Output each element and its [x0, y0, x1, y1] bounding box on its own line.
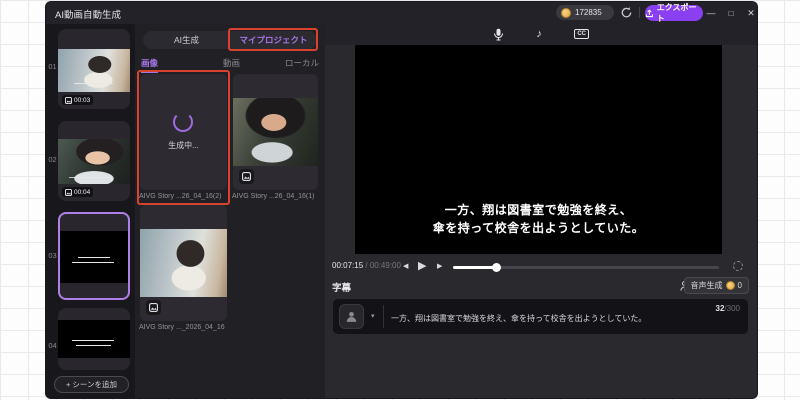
video-subtitle-line1: 一方、翔は図書室で勉強を終え、 — [444, 203, 633, 217]
playback-controls: 00:07:15 / 00:49:00 ◀ ▶ ▶ — [325, 254, 757, 276]
chevron-down-icon[interactable]: ▾ — [371, 312, 375, 320]
scene-number: 03 — [48, 251, 57, 260]
voice-generate-button[interactable]: 音声生成 0 — [683, 277, 749, 294]
maximize-button[interactable]: □ — [723, 5, 739, 21]
library-card-image-1[interactable] — [233, 74, 318, 190]
next-frame-button[interactable]: ▶ — [437, 262, 442, 270]
library-card-label: AIVG Story ..._2026_04_16 — [139, 324, 225, 331]
annotation-highlight-card — [137, 70, 230, 205]
library-card-image-2[interactable] — [140, 205, 227, 321]
video-preview[interactable]: 一方、翔は図書室で勉強を終え、 傘を持って校舎を出ようとしていた。 — [355, 45, 722, 254]
speaker-avatar[interactable] — [339, 304, 364, 329]
scene-number: 02 — [48, 155, 57, 164]
scene-thumbnail — [58, 320, 130, 358]
person-icon — [346, 311, 357, 322]
minimize-button[interactable]: — — [703, 5, 719, 21]
coin-icon — [725, 281, 735, 290]
scene-card-04[interactable] — [58, 308, 130, 370]
tab-ai-generate[interactable]: AI生成 — [143, 31, 230, 49]
close-button[interactable]: ✕ — [743, 5, 757, 21]
scene-card-02[interactable]: 00:04 — [58, 121, 130, 201]
export-icon — [645, 8, 653, 17]
microphone-icon[interactable] — [493, 28, 504, 41]
coin-icon — [561, 7, 571, 18]
music-icon[interactable]: ♪ — [536, 27, 542, 41]
scene-sidebar: 01 00:03 02 00:04 03 04 + シーンを追加 — [46, 24, 135, 398]
previous-frame-button[interactable]: ◀ — [403, 262, 408, 270]
progress-fill — [453, 266, 496, 269]
caption-text[interactable]: 一方、翔は図書室で勉強を終え、傘を持って校舎を出ようとしていた。 — [391, 313, 646, 324]
card-thumbnail — [233, 98, 318, 166]
player-panel: ♪ CC 一方、翔は図書室で勉強を終え、 傘を持って校舎を出ようとしていた。 0… — [325, 24, 757, 398]
library-subtabs: 画像 動画 ローカル — [135, 57, 325, 73]
captions-icon[interactable]: CC — [574, 29, 589, 39]
export-button[interactable]: エクスポート — [645, 3, 703, 23]
export-label: エクスポート — [656, 3, 697, 23]
library-panel: AI生成 マイプロジェクト 画像 動画 ローカル 生成中... AIVG Sto… — [135, 24, 325, 398]
scene-card-01[interactable]: 00:03 — [58, 29, 130, 109]
image-type-badge — [239, 169, 254, 184]
char-counter: 32/300 — [715, 304, 740, 313]
play-button[interactable]: ▶ — [418, 259, 426, 272]
subtab-local[interactable]: ローカル — [285, 57, 319, 69]
scene-thumbnail — [58, 139, 130, 184]
app-window: AI動画自動生成 172835 エクスポート — □ ✕ 01 00:03 02… — [46, 2, 757, 398]
scene-thumbnail — [58, 49, 130, 92]
scene-number: 01 — [48, 62, 57, 71]
titlebar-divider — [639, 7, 640, 18]
subtab-video[interactable]: 動画 — [223, 57, 240, 69]
image-icon — [65, 188, 72, 196]
scene-number: 04 — [48, 341, 57, 350]
library-card-label: AIVG Story ...26_04_16(1) — [232, 193, 315, 200]
card-thumbnail — [140, 229, 227, 297]
credits-badge[interactable]: 172835 — [556, 5, 614, 20]
image-icon — [65, 96, 72, 104]
annotation-highlight-tab — [228, 28, 318, 51]
add-scene-button[interactable]: + シーンを追加 — [54, 376, 129, 393]
time-display: 00:07:15 / 00:49:00 — [332, 261, 401, 270]
image-icon — [242, 172, 251, 181]
progress-slider[interactable] — [453, 263, 719, 272]
titlebar: AI動画自動生成 172835 エクスポート — □ ✕ — [46, 2, 757, 24]
caption-row[interactable]: ▾ 一方、翔は図書室で勉強を終え、傘を持って校舎を出ようとしていた。 32/30… — [332, 298, 749, 335]
fullscreen-icon[interactable] — [733, 261, 743, 271]
duration-badge: 00:03 — [62, 95, 94, 105]
media-toolbar: ♪ CC — [325, 24, 757, 45]
scene-card-03-selected[interactable] — [58, 212, 130, 300]
caption-section-title: 字幕 — [332, 283, 352, 294]
caption-divider — [383, 305, 384, 328]
image-icon — [149, 303, 158, 312]
scene-thumbnail — [60, 231, 128, 283]
image-type-badge — [146, 300, 161, 315]
credits-count: 172835 — [575, 8, 602, 17]
video-subtitle-line2: 傘を持って校舎を出ようとしていた。 — [432, 221, 645, 235]
progress-thumb[interactable] — [491, 263, 501, 272]
app-title: AI動画自動生成 — [55, 10, 121, 21]
refresh-icon[interactable] — [620, 6, 633, 19]
duration-badge: 00:04 — [62, 187, 94, 197]
